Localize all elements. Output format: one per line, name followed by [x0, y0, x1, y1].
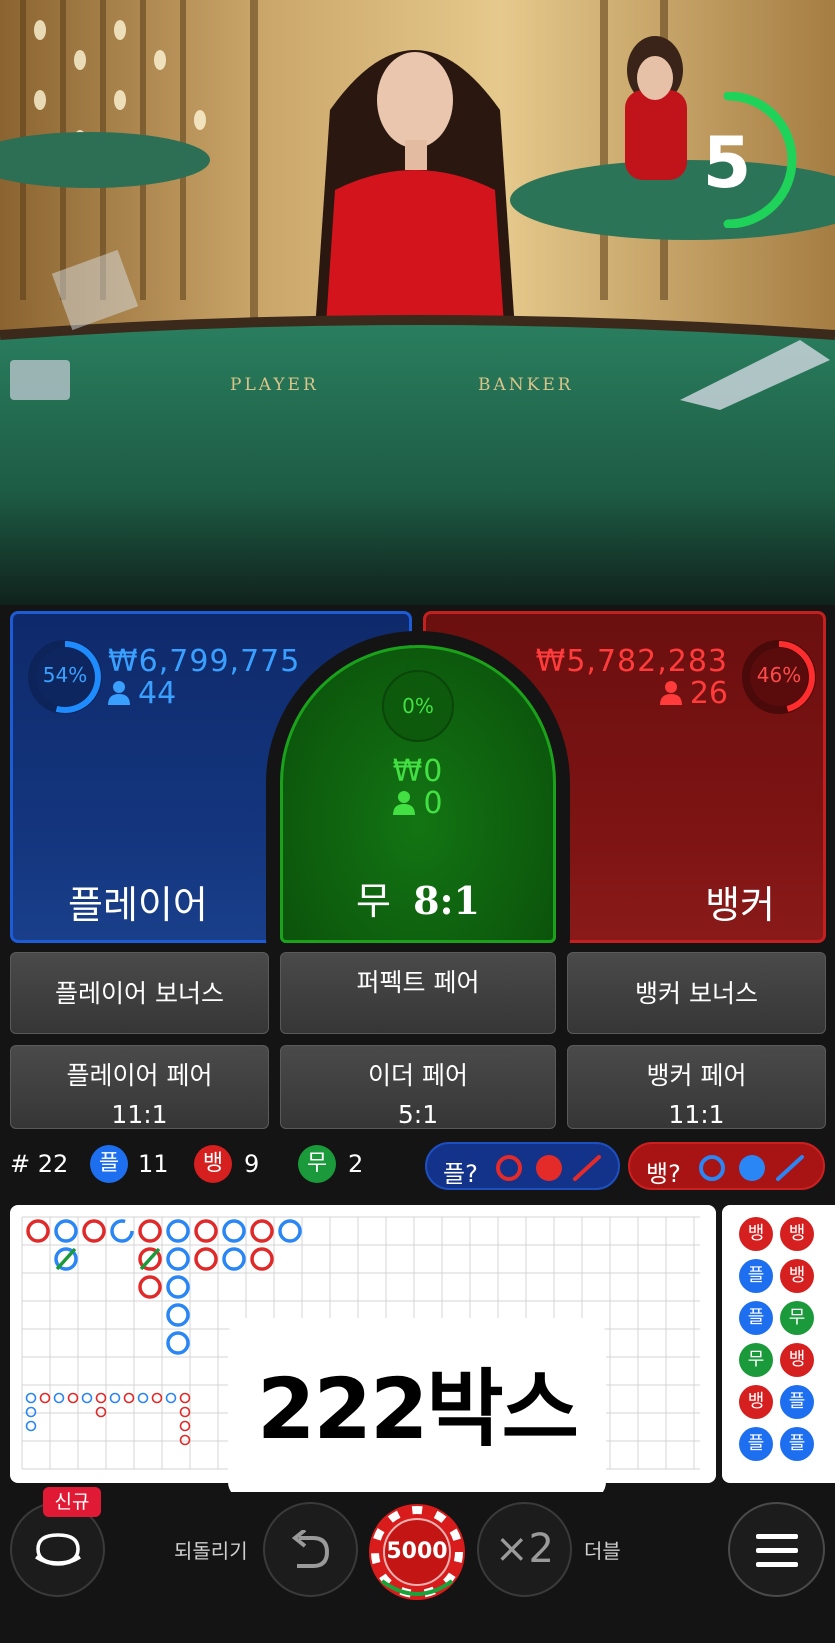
either-pair-label: 이더 페어 — [368, 1061, 468, 1090]
tie-bettors-count: 0 — [423, 786, 443, 821]
undo-label: 되돌리기 — [174, 1539, 248, 1563]
banker-bonus-button[interactable]: 뱅커 보너스 — [567, 952, 826, 1034]
promo-banner: 222박스 — [228, 1318, 606, 1500]
player-pair-button[interactable]: 플레이어 페어 11:1 — [10, 1045, 269, 1129]
bead-plate[interactable]: 뱅뱅플뱅플무무뱅뱅플플플 — [722, 1205, 835, 1483]
person-icon — [659, 681, 682, 705]
player-pair-odds: 11:1 — [111, 1100, 168, 1129]
banker-label: 뱅커 — [705, 883, 775, 927]
tie-bet-spot[interactable]: 0% ₩0 0 무 8:1 — [280, 645, 556, 943]
tie-odds: 8:1 — [413, 878, 480, 923]
player-bonus-button[interactable]: 플레이어 보너스 — [10, 952, 269, 1034]
double-label: 더블 — [584, 1539, 621, 1563]
banker-pair-odds: 11:1 — [668, 1100, 725, 1129]
banker-predict-label: 뱅? — [646, 1160, 681, 1188]
player-bettors-count: 44 — [138, 676, 177, 711]
bead: 플 — [780, 1427, 814, 1461]
player-pair-label: 플레이어 페어 — [66, 1061, 213, 1090]
player-bonus-label: 플레이어 보너스 — [55, 979, 224, 1008]
perfect-pair-button[interactable]: 퍼펙트 페어 — [280, 952, 556, 1034]
bead: 뱅 — [780, 1217, 814, 1251]
bead: 뱅 — [739, 1217, 773, 1251]
banker-amount: ₩5,782,283 — [535, 644, 728, 679]
bead: 뱅 — [780, 1343, 814, 1377]
tie-dot: 무 — [298, 1145, 336, 1183]
player-predict-button[interactable]: 플? — [425, 1142, 620, 1190]
player-amount: ₩6,799,775 — [108, 644, 301, 679]
stats-bar: # 22 플 11 뱅 9 무 2 플? 뱅? — [0, 1140, 835, 1192]
player-label: 플레이어 — [68, 883, 208, 927]
bead: 플 — [739, 1259, 773, 1293]
player-percent-ring: 54% — [26, 638, 104, 716]
baccarat-screen: PLAYER BANKER 5 54% ₩6,799,775 44 플레이어 4… — [0, 0, 835, 1643]
chip-selector[interactable]: 5000 — [368, 1503, 466, 1601]
live-video-feed: PLAYER BANKER 5 — [0, 0, 835, 605]
banker-pair-button[interactable]: 뱅커 페어 11:1 — [567, 1045, 826, 1129]
double-button[interactable]: ×2 — [477, 1502, 572, 1597]
tie-percent: 0% — [382, 670, 454, 742]
banker-pair-label: 뱅커 페어 — [646, 1061, 747, 1090]
player-count: 11 — [138, 1150, 169, 1178]
player-predict-icons — [496, 1155, 601, 1181]
either-pair-odds: 5:1 — [397, 1100, 439, 1129]
person-icon — [393, 791, 416, 815]
player-percent: 54% — [42, 663, 88, 687]
bead: 뱅 — [780, 1259, 814, 1293]
lobby-icon — [35, 1533, 81, 1566]
table-banker-text: BANKER — [478, 375, 574, 395]
banker-percent-ring: 46% — [740, 638, 818, 716]
table-player-text: PLAYER — [230, 375, 319, 395]
banker-percent: 46% — [756, 663, 802, 687]
player-predict-label: 플? — [443, 1160, 478, 1188]
tie-label-row: 무 8:1 — [283, 870, 553, 925]
banker-predict-button[interactable]: 뱅? — [628, 1142, 825, 1190]
banker-count: 9 — [244, 1150, 260, 1178]
tie-bettors: 0 — [283, 786, 553, 821]
tie-amount: ₩0 — [392, 754, 444, 789]
player-dot: 플 — [90, 1145, 128, 1183]
undo-button[interactable] — [263, 1502, 358, 1597]
menu-button[interactable] — [728, 1502, 825, 1597]
bead: 무 — [739, 1343, 773, 1377]
bead: 플 — [739, 1301, 773, 1335]
banker-bettors-count: 26 — [689, 676, 728, 711]
double-icon: ×2 — [495, 1526, 554, 1572]
round-number: # 22 — [10, 1150, 69, 1178]
tie-count: 2 — [348, 1150, 364, 1178]
chip-value: 5000 — [386, 1539, 448, 1564]
menu-icon — [756, 1534, 798, 1567]
banker-bonus-label: 뱅커 보너스 — [635, 979, 758, 1008]
dealer-scene: PLAYER BANKER — [0, 0, 835, 605]
tie-label: 무 — [356, 879, 391, 923]
bead: 무 — [780, 1301, 814, 1335]
bead: 플 — [739, 1427, 773, 1461]
timer-seconds: 5 — [702, 122, 752, 204]
banker-bettors: 26 — [659, 676, 728, 711]
countdown-timer: 5 — [690, 92, 802, 228]
bead: 뱅 — [739, 1385, 773, 1419]
perfect-pair-label: 퍼펙트 페어 — [356, 968, 480, 997]
either-pair-button[interactable]: 이더 페어 5:1 — [280, 1045, 556, 1129]
new-badge: 신규 — [43, 1487, 101, 1517]
undo-icon — [291, 1530, 330, 1568]
player-bettors: 44 — [108, 676, 176, 711]
bead: 플 — [780, 1385, 814, 1419]
person-icon — [108, 681, 130, 705]
banker-dot: 뱅 — [194, 1145, 232, 1183]
banker-predict-icons — [699, 1155, 804, 1181]
bet-area: 54% ₩6,799,775 44 플레이어 46% ₩5,782,283 26… — [0, 605, 835, 945]
